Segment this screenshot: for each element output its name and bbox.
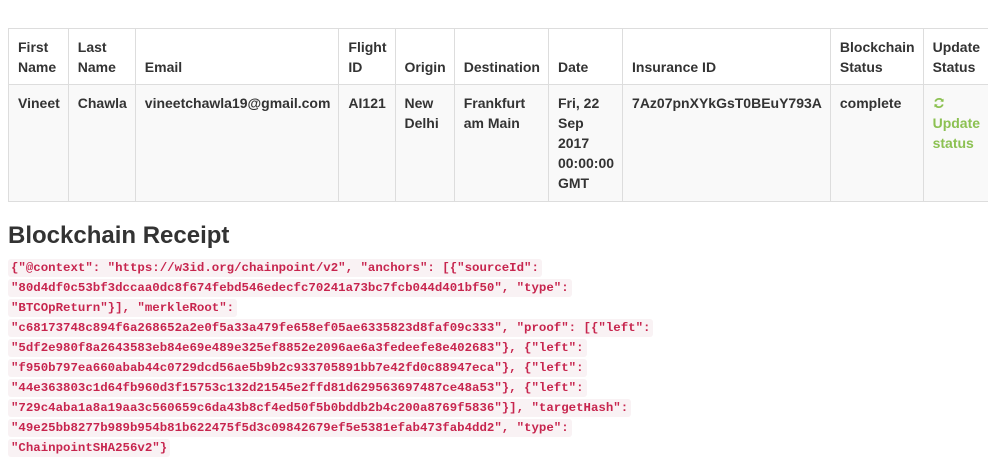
cell-insurance-id: 7Az07pnXYkGsT0BEuY793A <box>622 84 831 202</box>
header-blockchain-status: Blockchain Status <box>829 28 924 85</box>
receipt-line: "f950b797ea660abab44c0729dcd56ae5b9b2c93… <box>8 359 587 377</box>
cell-date: Fri, 22 Sep 2017 00:00:00 GMT <box>547 84 624 202</box>
receipt-line: {"@context": "https://w3id.org/chainpoin… <box>8 259 542 277</box>
receipt-line: "49e25bb8277b989b954b81b622475f5d3c09842… <box>8 419 572 437</box>
header-first-name: First Name <box>8 28 69 85</box>
header-origin: Origin <box>394 28 455 85</box>
cell-update-status: Update status <box>922 84 988 202</box>
header-destination: Destination <box>453 28 549 85</box>
page-content: First Name Last Name Email Flight ID Ori… <box>8 28 988 458</box>
cell-flight-id: AI121 <box>338 84 396 202</box>
cell-first-name: Vineet <box>8 84 69 202</box>
header-flight-id: Flight ID <box>338 28 396 85</box>
header-last-name: Last Name <box>67 28 136 85</box>
receipt-line: "5df2e980f8a2643583eb84e69e489e325ef8852… <box>8 339 587 357</box>
receipt-line: "80d4df0c53bf3dccaa0dc8f674febd546edecfc… <box>8 279 572 297</box>
receipt-json: {"@context": "https://w3id.org/chainpoin… <box>8 258 979 458</box>
table-header: First Name Last Name Email Flight ID Ori… <box>8 28 988 85</box>
table-row: Vineet Chawla vineetchawla19@gmail.com A… <box>8 84 988 202</box>
flight-records-table: First Name Last Name Email Flight ID Ori… <box>8 28 988 202</box>
receipt-line: "729c4aba1a8a19aa3c560659c6da43b8cf4ed50… <box>8 399 632 417</box>
cell-origin: New Delhi <box>394 84 455 202</box>
refresh-icon <box>933 94 945 108</box>
header-update-status: Update Status <box>922 28 988 85</box>
receipt-title: Blockchain Receipt <box>8 222 230 249</box>
receipt-line: "44e363803c1d64fb960d3f15753c132d21545e2… <box>8 379 587 397</box>
cell-blockchain-status: complete <box>829 84 924 202</box>
header-email: Email <box>134 28 340 85</box>
update-status-label: Update status <box>932 115 981 151</box>
table-header-row: First Name Last Name Email Flight ID Ori… <box>8 28 988 85</box>
receipt-line: "ChainpointSHA256v2"} <box>8 439 171 457</box>
receipt-line: "c68173748c894f6a268652a2e0f5a33a479fe65… <box>8 319 654 337</box>
header-date: Date <box>547 28 624 85</box>
update-status-link[interactable]: Update status <box>933 93 980 153</box>
cell-email: vineetchawla19@gmail.com <box>134 84 340 202</box>
header-insurance-id: Insurance ID <box>622 28 831 85</box>
cell-destination: Frankfurt am Main <box>453 84 549 202</box>
receipt-line: "BTCOpReturn"}], "merkleRoot": <box>8 299 238 317</box>
cell-last-name: Chawla <box>67 84 136 202</box>
